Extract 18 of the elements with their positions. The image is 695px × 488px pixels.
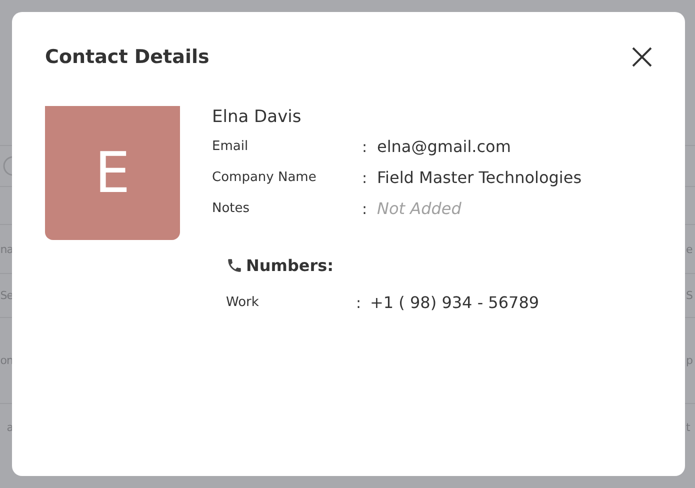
field-value: elna@gmail.com [377, 137, 512, 156]
separator: : [362, 200, 368, 218]
avatar: E [45, 106, 180, 240]
field-label: Work [226, 295, 260, 310]
contact-name: Elna Davis [212, 107, 302, 127]
phone-number: +1 ( 98) 934 - 56789 [370, 293, 540, 312]
field-value: Field Master Technologies [377, 168, 582, 187]
phone-icon [226, 257, 243, 274]
section-heading: Numbers: [246, 256, 334, 275]
dialog-title: Contact Details [45, 46, 210, 68]
separator: : [362, 138, 368, 156]
field-label: Company Name [212, 170, 318, 185]
separator: : [356, 294, 362, 312]
field-value: Not Added [377, 199, 462, 218]
field-label: Notes [212, 201, 251, 216]
separator: : [362, 168, 368, 186]
field-label: Email [212, 139, 250, 154]
close-button[interactable] [631, 46, 653, 68]
